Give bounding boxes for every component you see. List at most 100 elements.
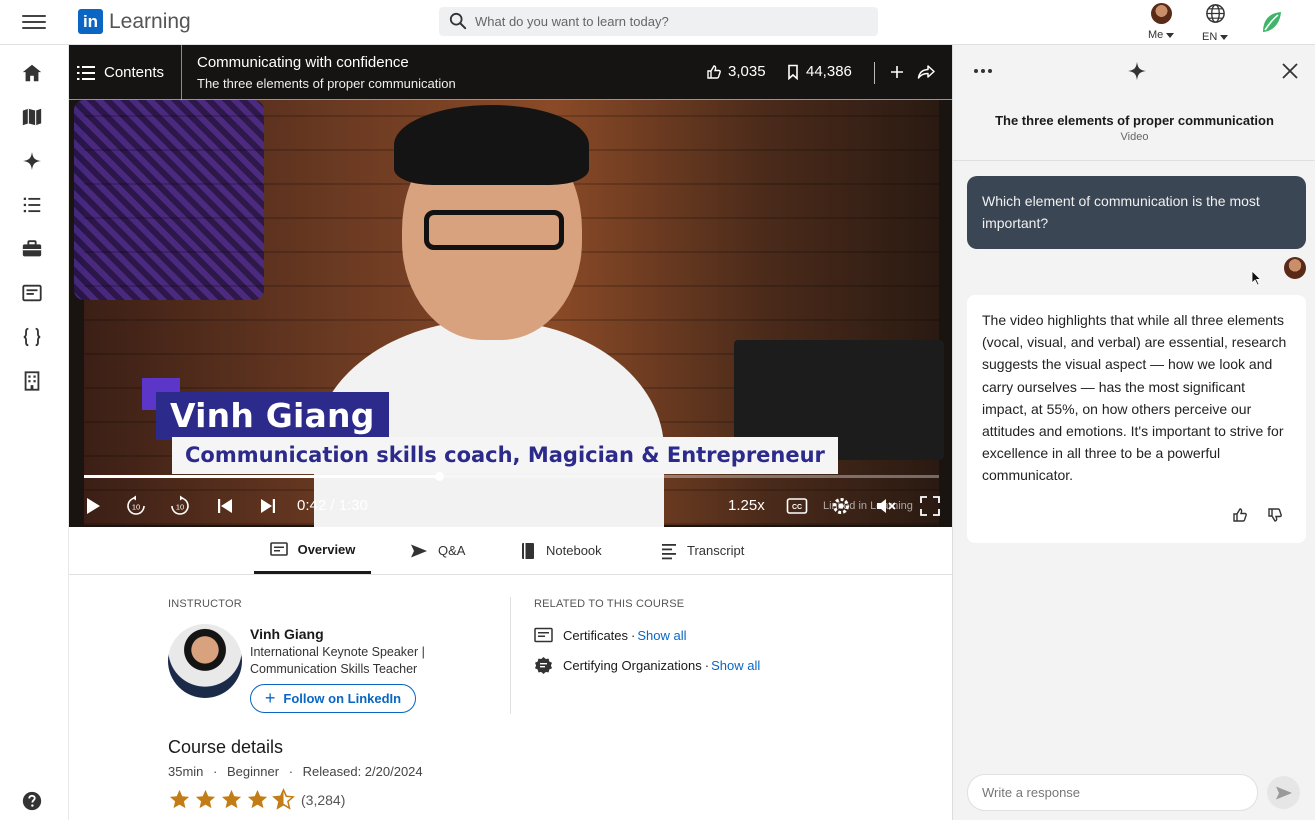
rewind-10-icon[interactable]: 10 (124, 494, 148, 518)
language-menu[interactable]: EN (1202, 3, 1229, 43)
linkedin-logo-icon: in (78, 9, 103, 34)
like-count: 3,035 (728, 63, 766, 80)
follow-button[interactable]: + Follow on LinkedIn (250, 684, 416, 713)
code-braces-icon[interactable] (21, 326, 43, 348)
sparkle-icon[interactable] (21, 150, 43, 172)
tab-qa-label: Q&A (438, 543, 466, 558)
related-certificates-label: Certificates (563, 627, 629, 643)
save-count: 44,386 (806, 63, 852, 80)
me-label: Me (1148, 29, 1164, 41)
save-button[interactable]: 44,386 (786, 63, 852, 80)
certificates-show-all-link[interactable]: Show all (637, 628, 686, 643)
ai-panel-title: The three elements of proper communicati… (995, 113, 1274, 128)
reply-field (967, 774, 1258, 811)
caret-down-icon (1166, 32, 1175, 38)
next-icon[interactable] (256, 494, 280, 518)
related-certificates: Certificates · Show all (534, 627, 687, 643)
language-label: EN (1202, 31, 1218, 43)
close-icon[interactable] (1281, 62, 1299, 80)
instructor-description: International Keynote Speaker | Communic… (250, 645, 425, 676)
share-icon[interactable] (917, 64, 935, 80)
thumbs-down-icon[interactable] (1267, 507, 1283, 523)
help-icon[interactable] (21, 790, 43, 812)
course-title: Communicating with confidence (197, 54, 409, 71)
play-icon[interactable] (81, 494, 105, 518)
tab-notebook[interactable]: Notebook (520, 527, 602, 574)
contents-button[interactable]: Contents (77, 45, 182, 100)
related-certifying-orgs: Certifying Organizations · Show all (534, 656, 760, 675)
star-full-icon (169, 789, 190, 809)
video-title: The three elements of proper communicati… (197, 76, 456, 91)
svg-text:CC: CC (792, 504, 802, 511)
brand-logo[interactable]: in Learning (78, 9, 191, 34)
me-menu[interactable]: Me (1148, 3, 1175, 41)
fullscreen-icon[interactable] (918, 494, 942, 518)
tab-qa[interactable]: Q&A (410, 527, 465, 574)
related-label: RELATED TO THIS COURSE (534, 598, 685, 610)
send-icon (1275, 786, 1292, 799)
lower-third-role: Communication skills coach, Magician & E… (172, 437, 838, 474)
rating-count: (3,284) (301, 791, 346, 808)
hamburger-menu-icon[interactable] (22, 12, 46, 32)
captions-icon[interactable]: CC (785, 494, 809, 518)
course-released: Released: 2/20/2024 (302, 764, 423, 779)
course-details-title: Course details (168, 737, 284, 757)
course-level: Beginner (227, 764, 280, 779)
tab-transcript[interactable]: Transcript (661, 527, 744, 574)
ai-answer-bubble: The video highlights that while all thre… (967, 295, 1306, 543)
playback-speed[interactable]: 1.25x (728, 497, 765, 514)
thumbs-up-icon[interactable] (1232, 507, 1248, 523)
instructor-avatar[interactable] (168, 624, 242, 698)
send-icon (411, 544, 427, 557)
course-rating[interactable]: (3,284) (168, 788, 345, 811)
certificate-icon[interactable] (21, 282, 43, 304)
content-tabs: Overview Q&A Notebook Transcript (69, 527, 952, 575)
bookmark-icon (788, 64, 798, 80)
add-icon[interactable] (889, 64, 905, 80)
reply-input[interactable] (968, 775, 1257, 810)
caret-down-icon (1220, 34, 1229, 40)
star-half-icon (272, 788, 295, 810)
playback-time: 0:42 / 1:30 (297, 497, 368, 514)
previous-icon[interactable] (213, 494, 237, 518)
mouse-cursor-icon (1251, 270, 1261, 286)
player-controls: 10 10 0:42 / 1:30 1.25x CC Linked in Lea… (69, 485, 952, 527)
more-options-icon[interactable] (972, 62, 994, 78)
follow-label: Follow on LinkedIn (283, 691, 402, 706)
tab-overview[interactable]: Overview (254, 527, 371, 574)
tab-overview-label: Overview (297, 541, 356, 557)
map-icon[interactable] (21, 106, 43, 128)
svg-text:10: 10 (132, 503, 140, 512)
instructor-label: INSTRUCTOR (168, 598, 242, 610)
tab-transcript-label: Transcript (687, 543, 745, 558)
thumbs-up-icon (707, 64, 721, 79)
settings-icon[interactable] (829, 494, 853, 518)
search-bar (439, 7, 878, 36)
course-duration: 35min (168, 764, 204, 779)
sparkle-icon (1127, 61, 1147, 81)
contents-list-icon (77, 65, 95, 80)
search-input[interactable] (475, 7, 870, 36)
left-nav-rail (0, 45, 69, 820)
like-button[interactable]: 3,035 (706, 63, 766, 80)
send-button[interactable] (1267, 776, 1300, 809)
home-icon[interactable] (21, 62, 43, 84)
lower-third-name: Vinh Giang (156, 392, 389, 440)
progress-bar[interactable] (84, 472, 939, 481)
plus-icon: + (264, 688, 276, 708)
star-full-icon (247, 789, 268, 809)
orgs-show-all-link[interactable]: Show all (711, 658, 760, 673)
forward-10-icon[interactable]: 10 (168, 494, 192, 518)
briefcase-icon[interactable] (21, 238, 43, 260)
list-icon[interactable] (21, 194, 43, 216)
progress-handle[interactable] (434, 472, 444, 481)
building-icon[interactable] (21, 370, 43, 392)
related-orgs-label: Certifying Organizations (563, 658, 702, 673)
video-player[interactable]: Contents Communicating with confidence T… (69, 45, 952, 527)
instructor-name[interactable]: Vinh Giang (250, 626, 324, 642)
leaf-app-icon[interactable] (1259, 10, 1283, 34)
overview-panel: INSTRUCTOR Vinh Giang International Keyn… (69, 575, 952, 820)
tab-notebook-label: Notebook (546, 543, 602, 558)
user-question-bubble: Which element of communication is the mo… (967, 176, 1306, 249)
mute-icon[interactable] (874, 494, 898, 518)
